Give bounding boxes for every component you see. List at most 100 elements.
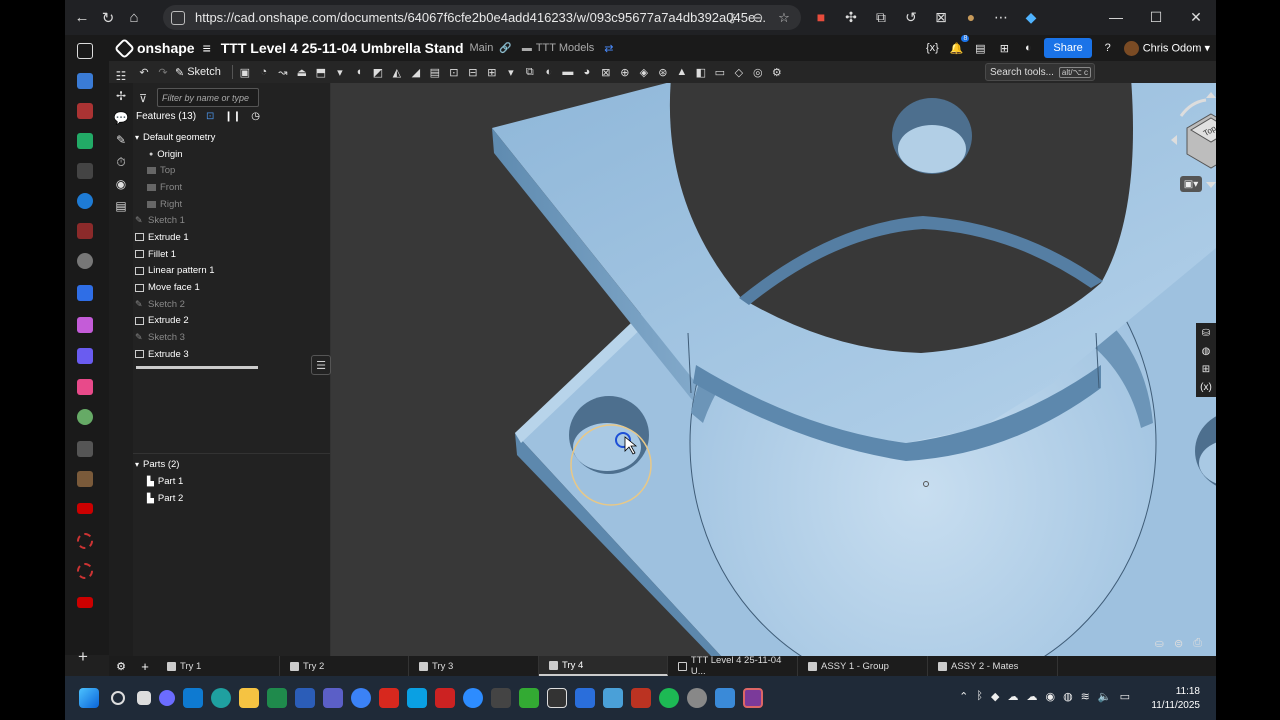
tree-item-default-geometry[interactable]: ▾ Default geometry — [135, 129, 325, 146]
excel-icon[interactable] — [267, 688, 287, 708]
tree-item-linear-pattern-1[interactable]: Linear pattern 1 — [135, 263, 325, 280]
teams-icon[interactable] — [323, 688, 343, 708]
site-info-icon[interactable] — [171, 10, 185, 25]
tab-assy-2[interactable]: ASSY 2 - Mates — [928, 656, 1058, 676]
part-item-2[interactable]: ▙ Part 2 — [135, 490, 183, 507]
screenshot-icon[interactable]: ⊠ — [929, 5, 953, 29]
tab-icon-10[interactable] — [77, 317, 93, 333]
tab-assy-1[interactable]: ASSY 1 - Group — [798, 656, 928, 676]
filter-input[interactable]: Filter by name or type — [157, 88, 259, 107]
version-graph-icon[interactable]: ⇄ — [604, 42, 613, 55]
tray-chevron-icon[interactable]: ⌃ — [959, 690, 968, 703]
variables-panel-icon[interactable]: (x) — [1199, 380, 1213, 394]
edge-browser-icon[interactable] — [211, 688, 231, 708]
green-app-icon[interactable] — [519, 688, 539, 708]
arrow-up-icon[interactable] — [1206, 92, 1216, 98]
store-icon[interactable] — [407, 688, 427, 708]
modify-fillet-icon[interactable]: ◕ — [580, 65, 594, 79]
copilot-app-icon[interactable] — [159, 690, 175, 706]
maximize-button[interactable]: ☐ — [1136, 0, 1176, 34]
split-screen-icon[interactable]: ⧉ — [869, 5, 893, 29]
app-red-icon[interactable] — [435, 688, 455, 708]
more-menu-icon[interactable]: ⋯ — [989, 5, 1013, 29]
revolve-icon[interactable]: ◔ — [257, 65, 271, 79]
tab-icon-2[interactable] — [77, 73, 93, 89]
tab-icon-6[interactable] — [77, 193, 93, 209]
arrow-down-icon[interactable] — [1206, 182, 1216, 188]
tab-try-3[interactable]: Try 3 — [409, 656, 539, 676]
outlook-icon[interactable] — [183, 688, 203, 708]
pen-app-icon[interactable] — [491, 688, 511, 708]
tab-icon-8[interactable] — [77, 253, 93, 269]
variables-icon[interactable]: {x} — [924, 40, 940, 56]
display-mode-icon[interactable]: ◎ — [751, 65, 765, 79]
onedrive-business-icon[interactable]: ☁ — [1026, 690, 1037, 703]
onshape-logo[interactable]: onshape — [113, 37, 195, 59]
tree-item-extrude-3[interactable]: Extrude 3 — [135, 346, 325, 363]
sketch-button[interactable]: ✎ Sketch — [175, 66, 221, 79]
part-item-1[interactable]: ▙ Part 1 — [135, 473, 183, 490]
acrobat-icon[interactable] — [379, 688, 399, 708]
arrow-left-icon[interactable] — [1171, 135, 1177, 145]
settings-gear-icon[interactable]: ⚙ — [770, 65, 784, 79]
undo-icon[interactable]: ↶ — [137, 65, 151, 79]
sheet-metal-icon[interactable]: ▲ — [675, 65, 689, 79]
minimize-button[interactable]: — — [1096, 0, 1136, 34]
rebuild-icon[interactable]: ◷ — [251, 111, 260, 122]
fillet-icon[interactable]: ◖ — [352, 65, 366, 79]
extension-p-icon[interactable]: ■ — [809, 5, 833, 29]
zoom-icon[interactable]: ⊖ — [747, 7, 769, 28]
tray-color-icon[interactable]: ◉ — [1045, 690, 1055, 703]
tree-item-extrude-2[interactable]: Extrude 2 — [135, 313, 325, 330]
tray-app-icon[interactable]: ◆ — [991, 690, 999, 703]
tab-settings-icon[interactable]: ⚙ — [109, 660, 133, 673]
key-icon[interactable]: ⚷ — [721, 7, 743, 28]
tab-icon-15[interactable] — [77, 471, 93, 487]
thicken-icon[interactable]: ⬒ — [314, 65, 328, 79]
app-dark-icon[interactable] — [547, 688, 567, 708]
plane-icon[interactable]: ⊕ — [618, 65, 632, 79]
rollback-bar[interactable] — [136, 366, 258, 369]
share-button[interactable]: Share — [1044, 38, 1092, 58]
sweep-icon[interactable]: ↝ — [276, 65, 290, 79]
search-icon[interactable] — [111, 691, 125, 705]
onshape-app-icon[interactable] — [743, 688, 763, 708]
mate-connector-icon[interactable]: ◈ — [637, 65, 651, 79]
redo-icon[interactable]: ↷ — [156, 65, 170, 79]
tab-icon-3[interactable] — [77, 103, 93, 119]
app-red2-icon[interactable] — [631, 688, 651, 708]
refresh-icon[interactable]: ↻ — [95, 5, 121, 31]
parts-header[interactable]: ▾ Parts (2) — [135, 456, 183, 473]
windows-start-icon[interactable] — [79, 688, 99, 708]
view-options-icon[interactable]: ▣▾ — [1180, 176, 1202, 192]
appearance-panel-icon[interactable]: ⛁ — [1199, 326, 1213, 340]
helix-icon[interactable]: ⊛ — [656, 65, 670, 79]
tree-item-right[interactable]: Right — [135, 196, 325, 213]
tab-try-1[interactable]: Try 1 — [157, 656, 280, 676]
pause-icon[interactable]: ❙❙ — [224, 111, 241, 122]
back-icon[interactable]: ← — [69, 5, 95, 31]
model-render[interactable] — [331, 83, 1216, 656]
panel-collapse-icon[interactable]: ☰ — [311, 355, 331, 375]
feature-tree-icon[interactable]: ☷ — [114, 69, 128, 83]
tab-icon-11[interactable] — [77, 348, 93, 364]
close-button[interactable]: ✕ — [1176, 0, 1216, 34]
address-bar[interactable]: https://cad.onshape.com/documents/64067f… — [163, 5, 801, 30]
hamburger-menu-icon[interactable]: ≡ — [203, 40, 211, 56]
tree-item-sketch-3[interactable]: ✎ Sketch 3 — [135, 329, 325, 346]
tab-icon-14[interactable] — [77, 441, 93, 457]
extrude-icon[interactable]: ▣ — [238, 65, 252, 79]
boolean-icon[interactable]: ⊟ — [466, 65, 480, 79]
measure-icon[interactable]: ▭ — [713, 65, 727, 79]
layers-icon[interactable]: ⛀ — [1155, 637, 1164, 650]
named-views-icon[interactable]: ⊜ — [1174, 637, 1183, 650]
enclose-icon[interactable]: ▾ — [333, 65, 347, 79]
search-tools-input[interactable]: Search tools... alt/⌥ c — [985, 63, 1095, 81]
tree-item-sketch-1[interactable]: ✎ Sketch 1 — [135, 212, 325, 229]
app-photo-icon[interactable] — [715, 688, 735, 708]
mirror-icon[interactable]: ◐ — [542, 65, 556, 79]
tab-icon-7[interactable] — [77, 223, 93, 239]
move-face-icon[interactable]: ⊠ — [599, 65, 613, 79]
graphics-viewport[interactable]: Top ⬚▾ ▣▾ ⛁ ◍ ⊞ (x) ⛀ ⊜ ⎙ — [331, 83, 1216, 656]
appearance-icon[interactable]: ◉ — [114, 177, 128, 191]
